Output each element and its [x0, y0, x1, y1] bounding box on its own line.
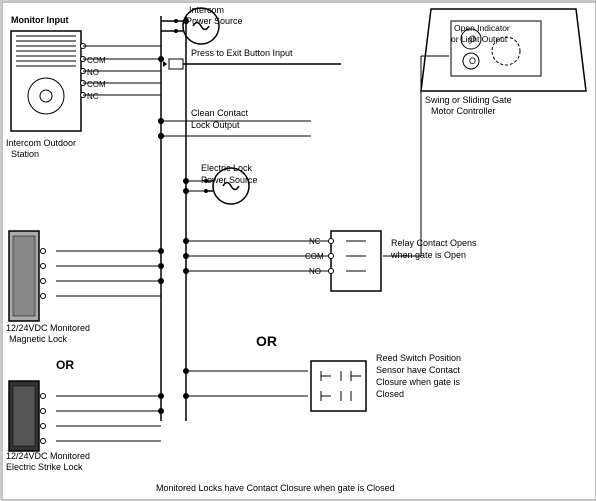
- svg-text:Sensor have Contact: Sensor have Contact: [376, 365, 461, 375]
- svg-text:OR: OR: [256, 333, 277, 349]
- svg-text:Monitor Input: Monitor Input: [11, 15, 68, 25]
- svg-text:12/24VDC Monitored: 12/24VDC Monitored: [6, 451, 90, 461]
- svg-text:Motor Controller: Motor Controller: [431, 106, 496, 116]
- wiring-diagram: COM NO COM NC: [0, 0, 596, 500]
- svg-text:Press to Exit Button Input: Press to Exit Button Input: [191, 48, 293, 58]
- svg-text:Reed Switch Position: Reed Switch Position: [376, 353, 461, 363]
- svg-text:Intercom Outdoor: Intercom Outdoor: [6, 138, 76, 148]
- svg-text:or Light Output: or Light Output: [451, 34, 508, 44]
- svg-text:Power Source: Power Source: [201, 175, 258, 185]
- svg-text:NO: NO: [87, 68, 99, 77]
- svg-text:Electric Strike Lock: Electric Strike Lock: [6, 462, 83, 472]
- svg-text:Lock Output: Lock Output: [191, 120, 240, 130]
- svg-text:Open Indicator: Open Indicator: [454, 23, 510, 33]
- svg-text:Closure when gate is: Closure when gate is: [376, 377, 461, 387]
- svg-text:Electric Lock: Electric Lock: [201, 163, 253, 173]
- svg-text:Station: Station: [11, 149, 39, 159]
- svg-text:Intercom: Intercom: [189, 5, 224, 15]
- svg-text:NC: NC: [87, 92, 99, 101]
- svg-text:when gate is Open: when gate is Open: [390, 250, 466, 260]
- svg-text:COM: COM: [87, 80, 106, 89]
- svg-text:Swing or Sliding Gate: Swing or Sliding Gate: [425, 95, 512, 105]
- svg-text:12/24VDC Monitored: 12/24VDC Monitored: [6, 323, 90, 333]
- svg-text:Magnetic Lock: Magnetic Lock: [9, 334, 68, 344]
- svg-text:Monitored Locks have Contact C: Monitored Locks have Contact Closure whe…: [156, 483, 395, 493]
- svg-text:Power Source: Power Source: [186, 16, 243, 26]
- svg-text:COM: COM: [87, 56, 106, 65]
- svg-text:Closed: Closed: [376, 389, 404, 399]
- svg-text:Relay Contact Opens: Relay Contact Opens: [391, 238, 477, 248]
- svg-text:OR: OR: [56, 358, 74, 372]
- svg-text:O: O: [469, 56, 476, 66]
- svg-text:Clean Contact: Clean Contact: [191, 108, 249, 118]
